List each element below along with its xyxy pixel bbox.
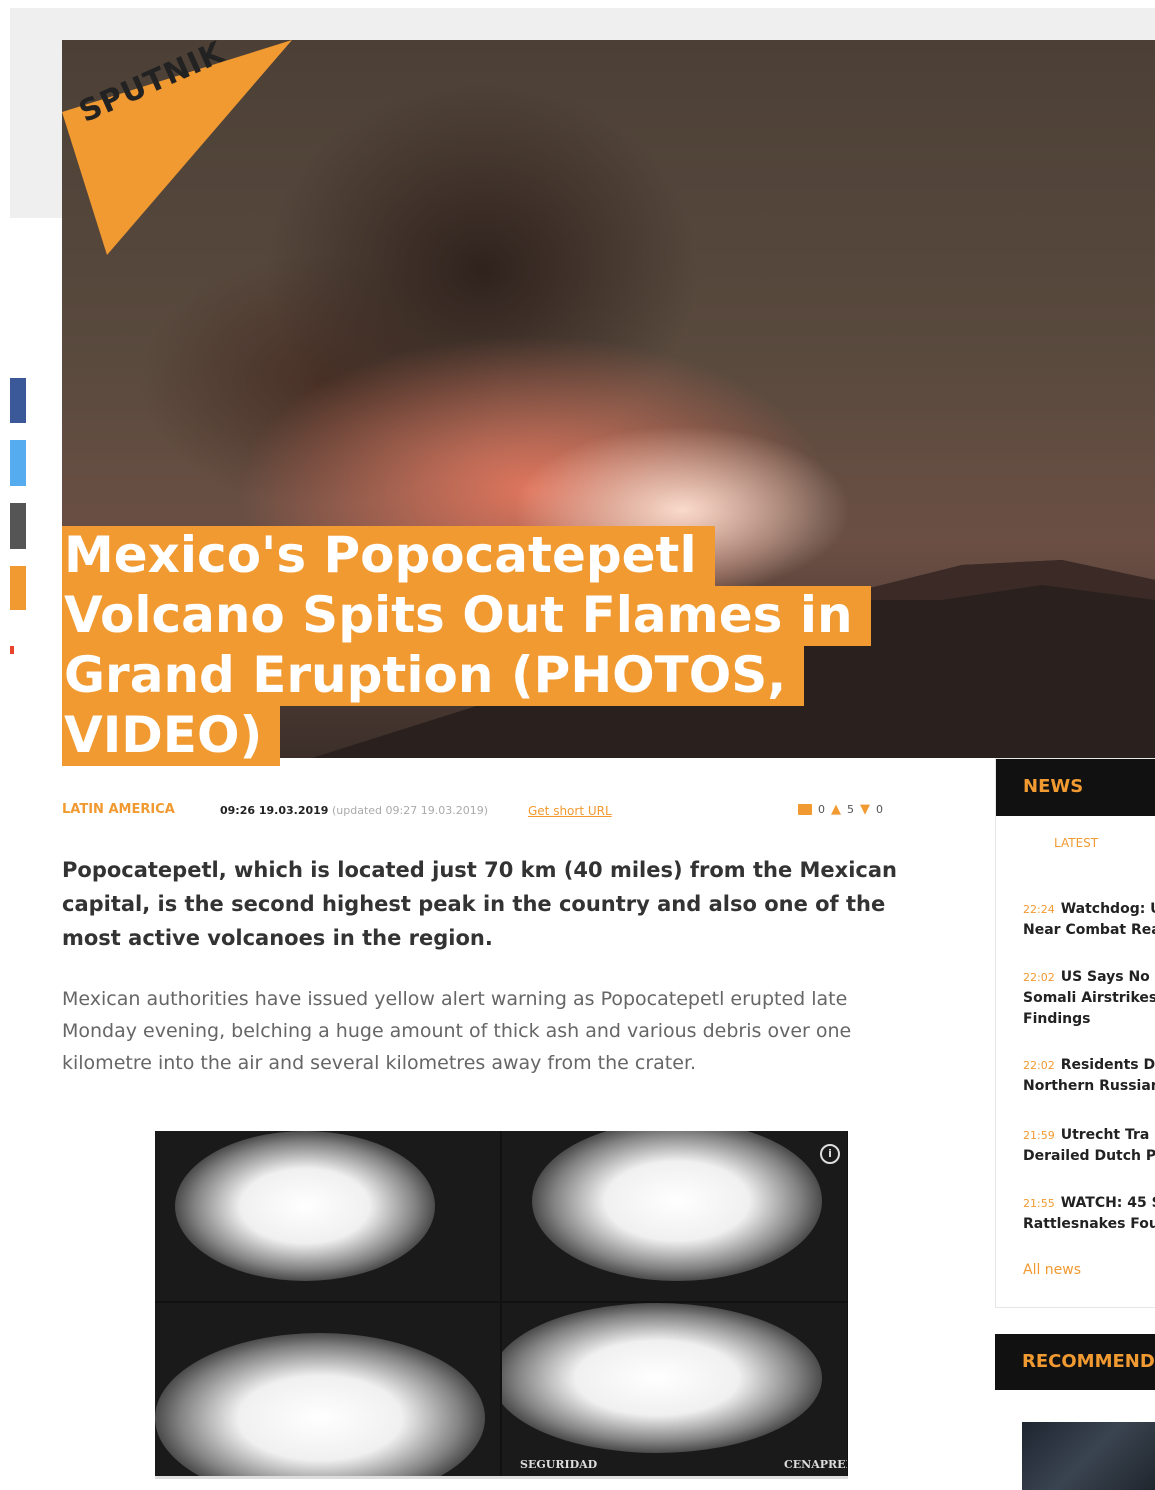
updated-time: (updated 09:27 19.03.2019) <box>332 804 488 817</box>
news-header: NEWS <box>996 759 1155 816</box>
article-meta: LATIN AMERICA 09:26 19.03.2019 (updated … <box>62 800 942 824</box>
info-icon[interactable]: i <box>820 1144 840 1164</box>
news-time: 22:02 <box>1023 1059 1055 1072</box>
gallery-photo <box>155 1131 500 1301</box>
article-body: Mexican authorities have issued yellow a… <box>62 988 852 1074</box>
news-title-line: Watchdog: U <box>1060 901 1155 917</box>
recommend-title: RECOMMEND <box>1022 1351 1155 1372</box>
article-headline: Mexico's Popocatepetl Volcano Spits Out … <box>62 525 902 766</box>
gallery-photo <box>155 1303 500 1476</box>
headline-line: Mexico's Popocatepetl <box>62 526 715 586</box>
short-url-link[interactable]: Get short URL <box>528 804 612 818</box>
all-news-link[interactable]: All news <box>1023 1262 1081 1278</box>
news-title-line: Near Combat Rea <box>1023 922 1155 938</box>
like-icon[interactable]: ▲ <box>831 802 841 817</box>
recommended-thumbnail[interactable] <box>1022 1422 1155 1490</box>
news-time: 22:02 <box>1023 971 1055 984</box>
dislike-count: 0 <box>876 803 883 816</box>
news-list-item[interactable]: 22:02 Residents D Northern Russian <box>1023 1055 1155 1097</box>
news-list-item[interactable]: 22:24 Watchdog: U Near Combat Rea <box>1023 899 1155 941</box>
news-title-line: US Says No <box>1060 969 1150 985</box>
article-counters: 0 ▲ 5 ▼ 0 <box>798 802 938 817</box>
dislike-icon[interactable]: ▼ <box>860 802 870 817</box>
share-ok-button[interactable] <box>10 566 26 610</box>
headline-line: VIDEO) <box>62 706 281 766</box>
news-time: 21:59 <box>1023 1129 1055 1142</box>
headline-line: Volcano Spits Out Flames in <box>62 586 871 646</box>
article-lead: Popocatepetl, which is located just 70 k… <box>62 858 897 950</box>
news-time: 21:55 <box>1023 1197 1055 1210</box>
recommend-header: RECOMMEND <box>995 1334 1155 1390</box>
comment-icon[interactable] <box>798 804 812 815</box>
tab-latest[interactable]: LATEST <box>1054 836 1098 850</box>
photo-caption: CENAPRED <box>784 1458 847 1471</box>
news-list-item[interactable]: 22:02 US Says No Somali Airstrikes Findin… <box>1023 967 1155 1030</box>
news-title: NEWS <box>1023 776 1084 797</box>
share-twitter-button[interactable] <box>10 440 26 486</box>
news-title-line: Residents D <box>1060 1057 1155 1073</box>
like-count: 5 <box>847 803 854 816</box>
gallery-photo: SEGURIDAD CENAPRED <box>502 1303 847 1476</box>
publish-time: 09:26 19.03.2019 <box>220 804 329 817</box>
news-list-item[interactable]: 21:59 Utrecht Tra Derailed Dutch P <box>1023 1125 1155 1167</box>
news-title-line: Derailed Dutch P <box>1023 1148 1155 1164</box>
news-title-line: Somali Airstrikes <box>1023 990 1155 1006</box>
share-facebook-button[interactable] <box>10 378 26 423</box>
news-time: 22:24 <box>1023 903 1055 916</box>
news-title-line: Findings <box>1023 1011 1091 1027</box>
headline-line: Grand Eruption (PHOTOS, <box>62 646 805 706</box>
category-link[interactable]: LATIN AMERICA <box>62 802 175 817</box>
news-title-line: Utrecht Tra <box>1060 1127 1150 1143</box>
news-title-line: WATCH: 45 S <box>1060 1195 1155 1211</box>
share-extra-button[interactable] <box>10 646 14 654</box>
gallery-photo <box>502 1131 847 1301</box>
news-list-item[interactable]: 21:55 WATCH: 45 S Rattlesnakes Fou <box>1023 1193 1155 1235</box>
share-more-button[interactable] <box>10 503 26 549</box>
news-title-line: Northern Russian <box>1023 1078 1155 1094</box>
photo-gallery[interactable]: SEGURIDAD CENAPRED i <box>155 1131 848 1479</box>
news-sidebar: NEWS LATEST 22:24 Watchdog: U Near Combat… <box>995 758 1155 1308</box>
photo-caption: SEGURIDAD <box>520 1458 598 1471</box>
news-title-line: Rattlesnakes Fou <box>1023 1216 1155 1232</box>
comment-count: 0 <box>818 803 825 816</box>
